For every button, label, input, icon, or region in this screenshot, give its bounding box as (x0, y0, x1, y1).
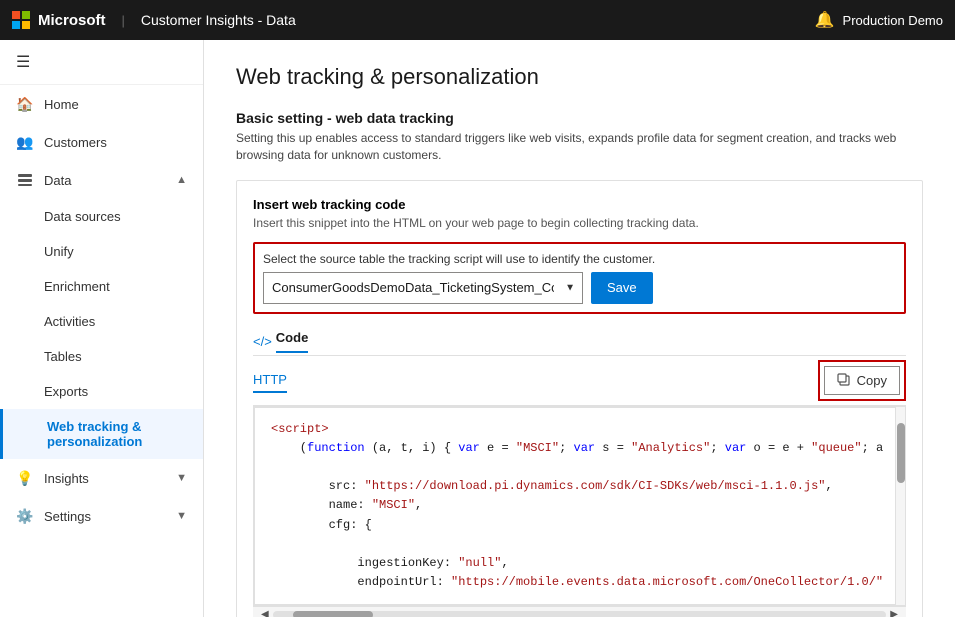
code-line-1: <script> (271, 420, 888, 439)
sidebar-item-label: Settings (44, 509, 166, 524)
sidebar-item-label: Enrichment (44, 279, 187, 294)
user-label: Production Demo (843, 13, 943, 28)
code-section: </> Code HTTP Copy (253, 330, 906, 617)
horizontal-scrollbar[interactable]: ◀ ▶ (253, 606, 906, 617)
code-line-8: ingestionKey: "null", (271, 554, 888, 573)
basic-setting-title: Basic setting - web data tracking (236, 110, 923, 126)
sidebar-item-label: Exports (44, 384, 187, 399)
code-area-wrapper: <script> (function (a, t, i) { var e = "… (253, 406, 906, 607)
sidebar-item-label: Tables (44, 349, 187, 364)
sidebar-item-label: Unify (44, 244, 187, 259)
main-content: Web tracking & personalization Basic set… (204, 40, 955, 617)
data-icon (16, 171, 34, 189)
page-title: Web tracking & personalization (236, 64, 923, 90)
topbar-divider: | (122, 13, 125, 28)
sidebar-item-tables[interactable]: Tables (0, 339, 203, 374)
home-icon: 🏠 (16, 95, 34, 113)
insert-code-subtitle: Insert this snippet into the HTML on you… (253, 216, 906, 230)
insights-icon: 💡 (16, 469, 34, 487)
sidebar-item-activities[interactable]: Activities (0, 304, 203, 339)
sidebar-item-label: Home (44, 97, 187, 112)
sidebar: ☰ 🏠 Home 👥 Customers Data ▲ Data sources… (0, 40, 204, 617)
scrollbar-thumb-h (293, 611, 373, 617)
code-area[interactable]: <script> (function (a, t, i) { var e = "… (254, 407, 905, 606)
code-line-3 (271, 458, 888, 477)
basic-setting-desc: Setting this up enables access to standa… (236, 130, 923, 164)
insert-code-title: Insert web tracking code (253, 197, 906, 212)
code-line-9: endpointUrl: "https://mobile.events.data… (271, 573, 888, 592)
topbar-logo: Microsoft (12, 11, 106, 29)
source-table-dropdown[interactable]: ConsumerGoodsDemoData_TicketingSystem_Co… (263, 272, 583, 304)
chevron-down-icon: ▼ (176, 472, 187, 484)
sidebar-item-home[interactable]: 🏠 Home (0, 85, 203, 123)
select-source-box: Select the source table the tracking scr… (253, 242, 906, 314)
code-label: Code (276, 330, 309, 353)
settings-icon: ⚙️ (16, 507, 34, 525)
copy-button-wrapper: Copy (818, 360, 906, 401)
code-line-5: name: "MSCI", (271, 496, 888, 515)
chevron-up-icon: ▲ (176, 174, 187, 186)
scrollbar-thumb (897, 423, 905, 483)
copy-icon (837, 373, 851, 387)
sidebar-item-web-tracking[interactable]: Web tracking & personalization (0, 409, 203, 459)
tracking-box: Insert web tracking code Insert this sni… (236, 180, 923, 617)
http-tab[interactable]: HTTP (253, 368, 287, 393)
code-label-pre: </> (253, 334, 272, 349)
sidebar-item-customers[interactable]: 👥 Customers (0, 123, 203, 161)
save-button[interactable]: Save (591, 272, 653, 304)
select-label: Select the source table the tracking scr… (263, 252, 896, 266)
copy-label: Copy (857, 373, 887, 388)
scroll-right-button[interactable]: ▶ (886, 609, 902, 617)
app-title: Customer Insights - Data (141, 12, 296, 28)
topbar: Microsoft | Customer Insights - Data 🔔 P… (0, 0, 955, 40)
sidebar-item-data-sources[interactable]: Data sources (0, 199, 203, 234)
select-row: ConsumerGoodsDemoData_TicketingSystem_Co… (263, 272, 896, 304)
sidebar-item-insights[interactable]: 💡 Insights ▼ (0, 459, 203, 497)
sidebar-item-exports[interactable]: Exports (0, 374, 203, 409)
scroll-left-button[interactable]: ◀ (257, 609, 273, 617)
sidebar-item-unify[interactable]: Unify (0, 234, 203, 269)
source-table-dropdown-wrapper: ConsumerGoodsDemoData_TicketingSystem_Co… (263, 272, 583, 304)
topbar-right: 🔔 Production Demo (815, 10, 943, 30)
code-line-6: cfg: { (271, 516, 888, 535)
code-line-7 (271, 535, 888, 554)
brand-name: Microsoft (38, 12, 106, 29)
copy-button[interactable]: Copy (824, 366, 900, 395)
code-line-4: src: "https://download.pi.dynamics.com/s… (271, 477, 888, 496)
code-line-2: (function (a, t, i) { var e = "MSCI"; va… (271, 439, 888, 458)
sidebar-item-label: Data (44, 173, 166, 188)
sidebar-item-label: Activities (44, 314, 187, 329)
microsoft-logo (12, 11, 30, 29)
sidebar-item-settings[interactable]: ⚙️ Settings ▼ (0, 497, 203, 535)
sidebar-item-label: Insights (44, 471, 166, 486)
chevron-down-icon: ▼ (176, 510, 187, 522)
sidebar-item-data[interactable]: Data ▲ (0, 161, 203, 199)
hamburger-button[interactable]: ☰ (0, 40, 203, 85)
vertical-scrollbar[interactable] (895, 407, 905, 606)
sidebar-item-label: Customers (44, 135, 187, 150)
sidebar-item-label: Web tracking & personalization (47, 419, 187, 449)
bell-icon[interactable]: 🔔 (815, 10, 835, 30)
sidebar-item-enrichment[interactable]: Enrichment (0, 269, 203, 304)
sidebar-item-label: Data sources (44, 209, 187, 224)
customers-icon: 👥 (16, 133, 34, 151)
scrollbar-track (273, 611, 887, 617)
